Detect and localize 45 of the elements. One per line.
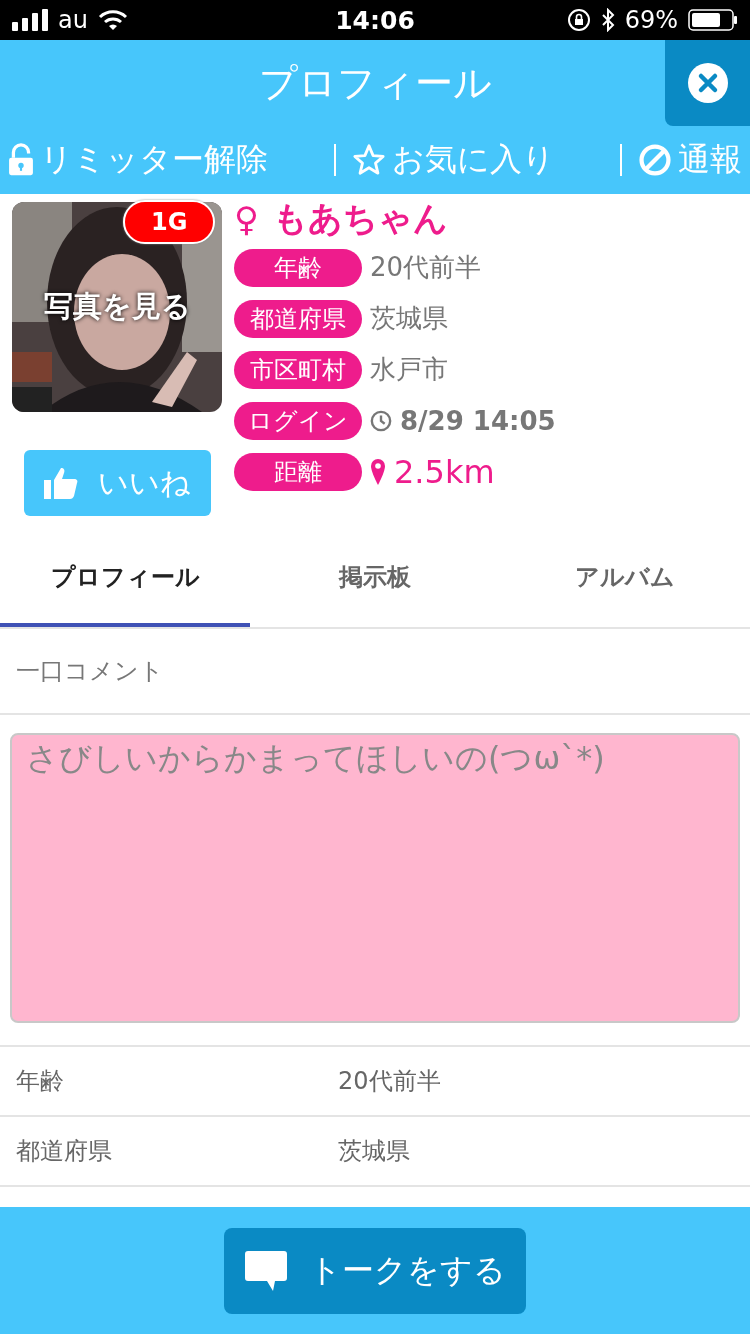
field-value: 20代前半 bbox=[370, 251, 482, 284]
user-name: もあちゃん bbox=[272, 197, 448, 240]
prohibited-icon bbox=[638, 143, 672, 177]
comment-box: さびしいからかまってほしいの(つω`*) bbox=[10, 733, 740, 1023]
battery-percent: 69% bbox=[624, 6, 678, 34]
tab[interactable]: プロフィール bbox=[0, 530, 250, 627]
field-value: 8/29 14:05 bbox=[400, 405, 556, 436]
rotation-lock-icon bbox=[566, 8, 591, 32]
bluetooth-icon bbox=[600, 8, 615, 32]
comment-label: 一口コメント bbox=[16, 656, 164, 687]
page-title: プロフィール bbox=[258, 59, 492, 107]
field-value: 茨城県 bbox=[370, 302, 448, 335]
detail-label: 都道府県 bbox=[15, 1136, 113, 1167]
tab[interactable]: アルバム bbox=[500, 530, 750, 627]
clock-icon bbox=[370, 409, 392, 432]
field-value: 2.5km bbox=[394, 452, 495, 491]
field-label: 市区町村 bbox=[234, 350, 362, 389]
talk-button[interactable]: トークをする bbox=[224, 1227, 526, 1314]
thumbs-up-icon bbox=[43, 467, 78, 499]
action-link[interactable]: リミッター解除 bbox=[8, 138, 268, 182]
field-label: ログイン bbox=[234, 401, 362, 440]
lock-icon bbox=[8, 143, 34, 177]
detail-label: 年齢 bbox=[15, 1066, 65, 1097]
field-value: 水戸市 bbox=[370, 353, 448, 386]
close-button[interactable] bbox=[665, 40, 750, 126]
wifi-icon bbox=[97, 9, 128, 31]
detail-value: 20代前半 bbox=[338, 1066, 441, 1097]
carrier-label: au bbox=[58, 6, 88, 34]
star-icon bbox=[351, 143, 386, 177]
female-symbol: ♀ bbox=[234, 199, 259, 239]
signal-icon bbox=[12, 9, 48, 31]
action-link[interactable]: お気に入り bbox=[351, 138, 555, 182]
field-label: 距離 bbox=[234, 452, 362, 491]
tab[interactable]: 掲示板 bbox=[250, 530, 500, 627]
like-button[interactable]: いいね bbox=[23, 450, 211, 516]
location-pin-icon bbox=[370, 457, 386, 486]
distance-badge: 1G bbox=[123, 200, 216, 244]
battery-icon bbox=[688, 9, 738, 31]
speech-bubble-icon bbox=[244, 1250, 287, 1291]
detail-value: 茨城県 bbox=[338, 1136, 410, 1167]
field-label: 年齢 bbox=[234, 248, 362, 287]
close-icon bbox=[687, 63, 728, 103]
action-link[interactable]: 通報 bbox=[638, 138, 742, 182]
field-label: 都道府県 bbox=[234, 299, 362, 338]
status-time: 14:06 bbox=[335, 5, 415, 35]
